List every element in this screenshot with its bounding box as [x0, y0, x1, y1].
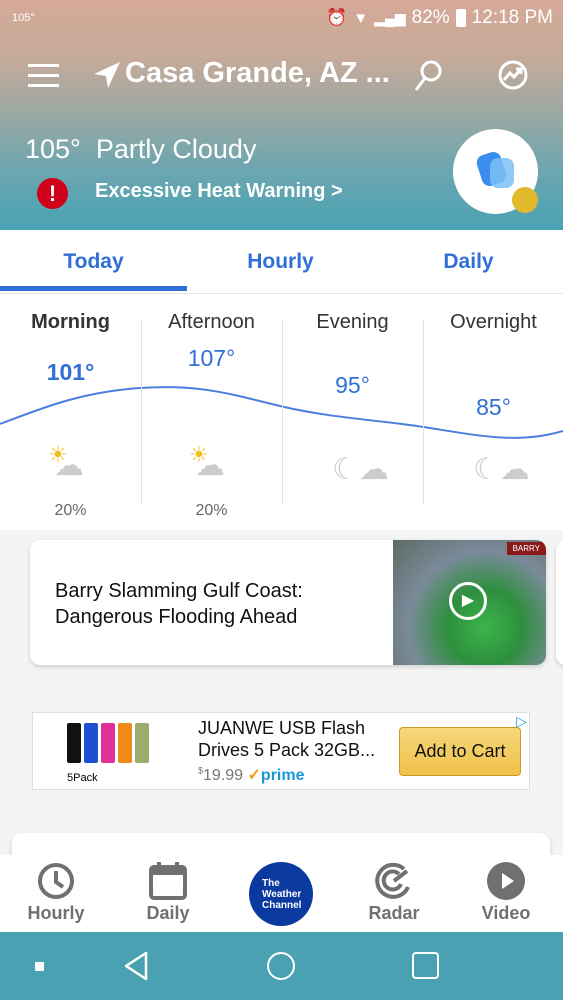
precip-chance: 20%: [195, 502, 228, 519]
bottom-nav: Hourly Daily The Weather Channel Radar V…: [0, 855, 563, 932]
ad-banner[interactable]: 5Pack JUANWE USB Flash Drives 5 Pack 32G…: [32, 712, 530, 790]
nav-daily[interactable]: Daily: [118, 855, 218, 924]
system-nav-bar: [0, 932, 563, 1000]
header: 105° ⏰ ▼ ▂▄▆ 82% 12:18 PM Casa Grande, A…: [0, 0, 563, 230]
forecast-morning[interactable]: Morning 101° ☀ ☁ 20%: [0, 294, 141, 519]
home-icon[interactable]: [267, 952, 295, 980]
moon-cloud-icon: ☾☁: [473, 453, 530, 486]
status-bar: ⏰ ▼ ▂▄▆ 82% 12:18 PM: [326, 7, 553, 29]
forecast-overnight[interactable]: Overnight 85° ☾☁: [423, 294, 563, 510]
menu-button[interactable]: [28, 64, 59, 87]
forecast-panel: Morning 101° ☀ ☁ 20% Afternoon 107° ☀ ☁ 20…: [0, 294, 563, 530]
period-label: Evening: [316, 311, 389, 333]
thumbnail-label: BARRY: [506, 542, 546, 555]
news-card[interactable]: Barry Slamming Gulf Coast: Dangerous Flo…: [30, 540, 546, 665]
add-to-cart-button[interactable]: Add to Cart: [399, 727, 521, 776]
ad-product-title: JUANWE USB Flash Drives 5 Pack 32GB...: [198, 718, 376, 760]
adchoices-icon[interactable]: ▷: [516, 713, 527, 730]
tab-today[interactable]: Today: [0, 250, 187, 274]
forecast-afternoon[interactable]: Afternoon 107° ☀ ☁ 20%: [141, 294, 282, 519]
heat-warning-link[interactable]: Excessive Heat Warning >: [95, 180, 343, 203]
condition: Partly Cloudy: [95, 134, 257, 164]
assistant-button[interactable]: [453, 129, 538, 214]
battery-icon: [455, 9, 466, 27]
location-title[interactable]: Casa Grande, AZ ...: [125, 57, 390, 90]
alarm-icon: ⏰: [326, 8, 348, 27]
nav-label: Hourly: [27, 903, 85, 923]
price-value: 19.99: [203, 767, 244, 784]
tab-daily[interactable]: Daily: [374, 250, 563, 274]
play-circle-icon: [487, 862, 525, 900]
calendar-icon: [149, 862, 187, 900]
precip-chance: 20%: [54, 502, 87, 519]
radar-icon: [375, 862, 410, 899]
play-icon[interactable]: ▶: [449, 582, 487, 620]
twc-logo-text: The Weather Channel: [262, 878, 302, 911]
tab-hourly[interactable]: Hourly: [187, 250, 374, 274]
prime-badge: prime: [260, 767, 305, 784]
twc-logo-button[interactable]: The Weather Channel: [249, 862, 313, 926]
alert-icon: !: [37, 178, 68, 209]
usb-drives-image: [67, 723, 149, 763]
nav-video[interactable]: Video: [456, 855, 556, 924]
image-caption: 5Pack: [67, 772, 98, 784]
wifi-icon: ▼: [353, 9, 369, 27]
next-news-card[interactable]: [556, 540, 563, 665]
active-tab-indicator: [0, 286, 187, 291]
clock-icon: [38, 863, 74, 899]
location-arrow-icon: [94, 62, 120, 88]
nav-label: Radar: [368, 903, 420, 923]
news-headline: Barry Slamming Gulf Coast: Dangerous Flo…: [55, 580, 303, 628]
recents-icon[interactable]: [412, 952, 439, 979]
clock: 12:18 PM: [471, 7, 553, 28]
ad-price: $19.99 ✓prime: [198, 765, 305, 784]
signal-icon: ▂▄▆: [374, 9, 406, 26]
notification-dot: [512, 187, 538, 213]
battery-percent: 82%: [411, 7, 450, 28]
period-temp: 85°: [476, 394, 511, 420]
period-label: Overnight: [450, 311, 537, 333]
back-icon[interactable]: [122, 950, 150, 982]
forecast-evening[interactable]: Evening 95° ☾☁: [282, 294, 423, 510]
moon-cloud-icon: ☾☁: [332, 453, 389, 486]
current-temp: 105°: [25, 134, 81, 164]
dot-icon[interactable]: [35, 962, 44, 971]
status-temp: 105°: [12, 12, 35, 24]
forecast-tabs: Today Hourly Daily: [0, 230, 563, 294]
period-temp: 101°: [46, 359, 95, 385]
nav-label: Video: [481, 903, 531, 923]
period-label: Afternoon: [168, 311, 255, 333]
nav-hourly[interactable]: Hourly: [6, 855, 106, 924]
search-icon[interactable]: [412, 58, 444, 94]
nav-radar[interactable]: Radar: [344, 855, 444, 924]
period-temp: 107°: [187, 345, 236, 371]
trending-icon[interactable]: [496, 58, 530, 92]
nav-label: Daily: [146, 903, 190, 923]
period-temp: 95°: [335, 372, 370, 398]
current-conditions: 105° Partly Cloudy: [25, 134, 256, 165]
news-thumbnail: BARRY ▶: [393, 540, 546, 665]
period-label: Morning: [31, 311, 110, 333]
